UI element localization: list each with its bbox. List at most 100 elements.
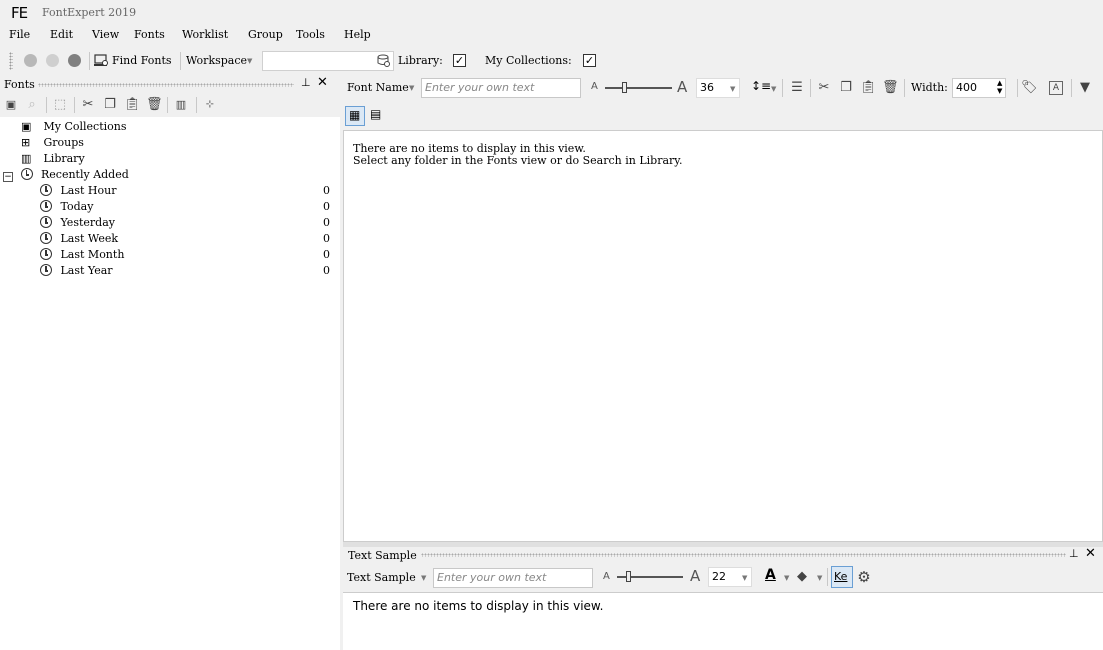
tree-item-label: Groups bbox=[43, 136, 84, 149]
tree-item-label: My Collections bbox=[43, 120, 127, 133]
back-button[interactable] bbox=[24, 54, 37, 67]
panel-grip bbox=[38, 83, 294, 87]
tree-structure-icon[interactable]: ⊹ bbox=[202, 97, 218, 113]
library-checkbox[interactable]: ✓ bbox=[453, 54, 466, 67]
chevron-down-icon[interactable]: ▼ bbox=[784, 574, 789, 582]
sample-size-select[interactable]: 22 ▼ bbox=[708, 567, 752, 587]
tree-item-today[interactable]: Today 0 bbox=[40, 199, 340, 215]
search-icon[interactable]: ⌕ bbox=[24, 97, 40, 113]
rename-icon[interactable]: ⬚ bbox=[52, 97, 68, 113]
chevron-down-icon: ▼ bbox=[247, 57, 253, 65]
kerning-label: Ke bbox=[834, 570, 848, 583]
font-name-dropdown[interactable]: Font Name ▼ bbox=[347, 81, 417, 97]
pin-icon[interactable]: ⊥ bbox=[1069, 547, 1079, 560]
fonts-panel: Fonts ⊥ ✕ ▣ ⌕ ⬚ ✂ ❐ 📋︎ 🗑︎ ▥ ⊹ ▣ My Colle… bbox=[0, 75, 340, 650]
sample-size-value: 22 bbox=[712, 570, 726, 583]
text-sample-view[interactable]: There are no items to display in this vi… bbox=[343, 592, 1103, 650]
tree-item-label: Last Year bbox=[60, 264, 113, 277]
text-align-icon[interactable]: ☰ bbox=[789, 80, 805, 96]
tag-icon[interactable]: 🏷︎ bbox=[1021, 80, 1038, 96]
sample-text-input[interactable]: Enter your own text bbox=[433, 568, 593, 588]
menu-fonts[interactable]: Fonts bbox=[134, 28, 165, 41]
copy-icon[interactable]: ❐ bbox=[838, 80, 854, 96]
app-logo: FE bbox=[11, 4, 28, 22]
new-collection-icon[interactable]: ▣ bbox=[3, 97, 19, 113]
close-icon[interactable]: ✕ bbox=[1085, 546, 1096, 561]
view-mode-toggles: ▦ ▤ bbox=[343, 104, 1103, 128]
tree-item-last-hour[interactable]: Last Hour 0 bbox=[40, 183, 340, 199]
filter-icon[interactable]: ▼ bbox=[1077, 80, 1093, 96]
font-size-slider[interactable] bbox=[605, 87, 672, 89]
clock-icon bbox=[40, 248, 52, 260]
add-to-library-icon[interactable]: ▥ bbox=[173, 97, 189, 113]
copy-icon[interactable]: ❐ bbox=[102, 97, 118, 113]
menu-tools[interactable]: Tools bbox=[296, 28, 325, 41]
delete-icon[interactable]: 🗑︎ bbox=[882, 80, 899, 96]
paste-icon[interactable]: 📋︎ bbox=[124, 97, 141, 113]
stop-button[interactable] bbox=[68, 54, 81, 67]
toolbar-grip[interactable] bbox=[9, 52, 13, 70]
forward-button[interactable] bbox=[46, 54, 59, 67]
delete-icon[interactable]: 🗑︎ bbox=[146, 97, 163, 113]
cut-icon[interactable]: ✂ bbox=[816, 80, 832, 96]
gear-icon[interactable]: ⚙ bbox=[856, 569, 872, 585]
toolbar-divider bbox=[46, 97, 47, 113]
tree-item-last-month[interactable]: Last Month 0 bbox=[40, 247, 340, 263]
preview-text-input[interactable]: Enter your own text bbox=[421, 78, 581, 98]
database-search-icon bbox=[377, 54, 390, 67]
chevron-down-icon[interactable]: ▼ bbox=[771, 85, 776, 93]
tree-item-last-week[interactable]: Last Week 0 bbox=[40, 231, 340, 247]
menu-bar: File Edit View Fonts Worklist Group Tool… bbox=[0, 28, 400, 46]
tree-item-recently-added[interactable]: − Recently Added bbox=[3, 167, 340, 183]
font-list-view[interactable]: There are no items to display in this vi… bbox=[343, 130, 1103, 542]
tree-item-label: Yesterday bbox=[60, 216, 115, 229]
tree-item-my-collections[interactable]: ▣ My Collections bbox=[21, 119, 340, 135]
tree-item-label: Last Week bbox=[60, 232, 119, 245]
menu-edit[interactable]: Edit bbox=[50, 28, 73, 41]
user-icon: ▣ bbox=[21, 120, 32, 133]
list-view-button[interactable]: ▤ bbox=[368, 107, 386, 125]
slider-thumb[interactable] bbox=[626, 571, 631, 582]
collapse-icon[interactable]: − bbox=[3, 172, 13, 182]
chevron-down-icon[interactable]: ▼ bbox=[817, 574, 822, 582]
menu-view[interactable]: View bbox=[92, 28, 119, 41]
slider-thumb[interactable] bbox=[622, 82, 627, 93]
font-name-label: Font Name bbox=[347, 81, 409, 94]
chevron-down-icon: ▼ bbox=[730, 85, 736, 93]
menu-worklist[interactable]: Worklist bbox=[182, 28, 228, 41]
fill-color-icon[interactable]: ◆ bbox=[794, 569, 810, 585]
close-icon[interactable]: ✕ bbox=[317, 75, 328, 90]
tree-item-groups[interactable]: ⊞ Groups bbox=[21, 135, 340, 151]
window-title: FontExpert 2019 bbox=[42, 6, 137, 19]
toolbar-divider bbox=[180, 52, 181, 70]
kerning-toggle[interactable]: Ke bbox=[831, 566, 853, 588]
font-letter-icon[interactable]: A bbox=[1049, 81, 1063, 95]
menu-help[interactable]: Help bbox=[344, 28, 371, 41]
line-spacing-icon[interactable]: ↕≡ bbox=[751, 79, 771, 93]
item-count: 0 bbox=[323, 200, 330, 213]
tree-item-last-year[interactable]: Last Year 0 bbox=[40, 263, 340, 279]
font-size-select[interactable]: 36 ▼ bbox=[696, 78, 740, 98]
tree-item-label: Library bbox=[43, 152, 85, 165]
stepper-arrows-icon[interactable]: ▲ ▼ bbox=[997, 79, 1002, 95]
pin-icon[interactable]: ⊥ bbox=[301, 76, 311, 89]
search-input[interactable] bbox=[262, 51, 394, 71]
item-count: 0 bbox=[323, 264, 330, 277]
menu-file[interactable]: File bbox=[9, 28, 30, 41]
cut-icon[interactable]: ✂ bbox=[80, 97, 96, 113]
toolbar-divider bbox=[1017, 79, 1018, 97]
toolbar-divider bbox=[89, 52, 90, 70]
tree-item-label: Recently Added bbox=[41, 168, 129, 181]
text-sample-dropdown[interactable]: Text Sample ▼ bbox=[347, 571, 427, 587]
toolbar-divider bbox=[782, 79, 783, 97]
grid-view-button[interactable]: ▦ bbox=[345, 106, 365, 126]
tree-item-library[interactable]: ▥ Library bbox=[21, 151, 340, 167]
font-size-large-icon: A bbox=[690, 567, 701, 585]
tree-item-yesterday[interactable]: Yesterday 0 bbox=[40, 215, 340, 231]
text-color-button[interactable]: A bbox=[763, 567, 779, 587]
menu-group[interactable]: Group bbox=[248, 28, 283, 41]
my-collections-checkbox[interactable]: ✓ bbox=[583, 54, 596, 67]
workspace-dropdown[interactable]: Workspace ▼ bbox=[186, 54, 256, 70]
paste-icon[interactable]: 📋︎ bbox=[860, 80, 877, 96]
width-stepper[interactable]: 400 ▲ ▼ bbox=[952, 78, 1006, 98]
